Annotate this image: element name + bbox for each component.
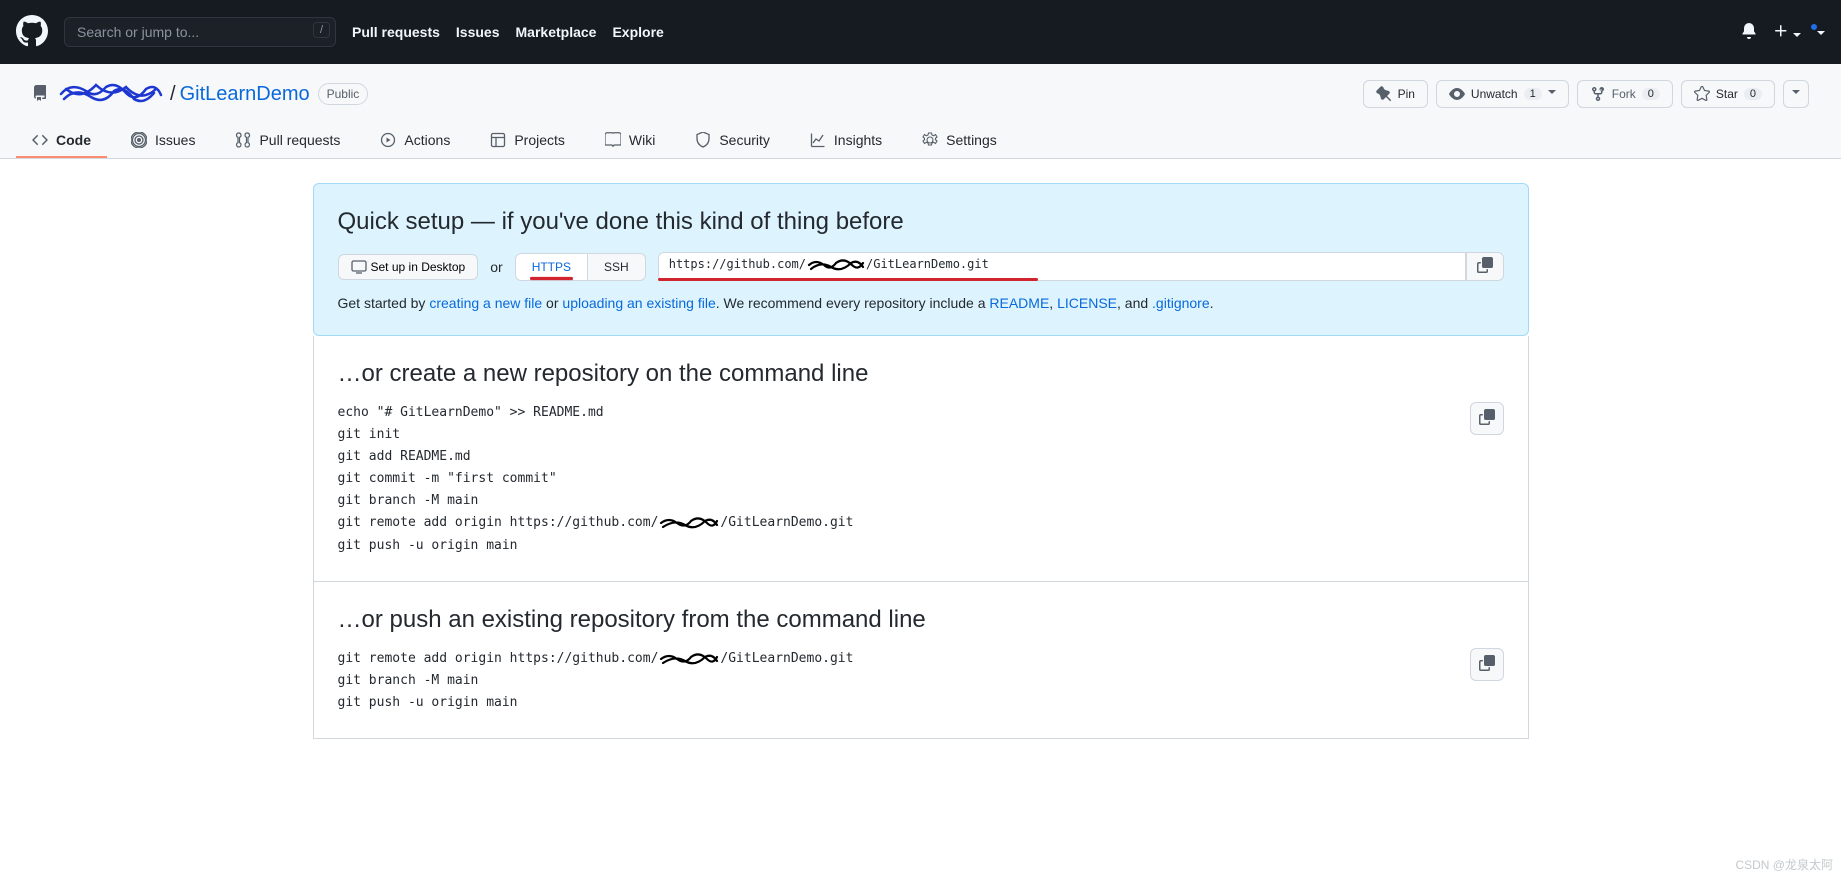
copy-create-code-button[interactable] bbox=[1470, 402, 1504, 435]
create-repo-title: …or create a new repository on the comma… bbox=[338, 360, 1504, 388]
path-separator: / bbox=[170, 83, 176, 106]
global-nav: Pull requests Issues Marketplace Explore bbox=[352, 24, 664, 40]
or-label: or bbox=[490, 259, 502, 275]
get-started-text: Get started by creating a new file or up… bbox=[338, 295, 1504, 311]
tab-wiki[interactable]: Wiki bbox=[589, 124, 671, 158]
tab-pull-requests[interactable]: Pull requests bbox=[219, 124, 356, 158]
create-code-block[interactable]: echo "# GitLearnDemo" >> README.md git i… bbox=[338, 402, 1504, 557]
header-right-icons bbox=[1741, 23, 1825, 42]
ssh-button[interactable]: SSH bbox=[588, 253, 646, 281]
user-avatar[interactable] bbox=[1817, 24, 1825, 40]
clone-url-input[interactable]: https://github.com//GitLearnDemo.git bbox=[658, 252, 1466, 281]
readme-link[interactable]: README bbox=[989, 295, 1049, 311]
quick-setup-title: Quick setup — if you've done this kind o… bbox=[338, 208, 1504, 236]
nav-explore[interactable]: Explore bbox=[612, 24, 663, 40]
search-box: / bbox=[64, 17, 336, 47]
fork-button[interactable]: Fork 0 bbox=[1577, 80, 1673, 108]
create-new-file-link[interactable]: creating a new file bbox=[429, 295, 542, 311]
upload-existing-link[interactable]: uploading an existing file bbox=[562, 295, 715, 311]
repo-tabs: Code Issues Pull requests Actions Projec… bbox=[0, 124, 1841, 158]
gitignore-link[interactable]: .gitignore bbox=[1152, 295, 1210, 311]
repo-icon bbox=[32, 85, 48, 104]
repo-header: / GitLearnDemo Public Pin Unwatch 1 Fork… bbox=[0, 64, 1841, 159]
tab-insights[interactable]: Insights bbox=[794, 124, 898, 158]
annotation-red-underline bbox=[658, 278, 1038, 281]
push-code-block[interactable]: git remote add origin https://github.com… bbox=[338, 648, 1504, 714]
repo-name-link[interactable]: GitLearnDemo bbox=[180, 83, 310, 106]
nav-issues[interactable]: Issues bbox=[456, 24, 500, 40]
tab-projects[interactable]: Projects bbox=[474, 124, 581, 158]
visibility-badge: Public bbox=[318, 83, 369, 105]
protocol-toggle: HTTPS SSH bbox=[515, 253, 646, 281]
global-header: / Pull requests Issues Marketplace Explo… bbox=[0, 0, 1841, 64]
setup-desktop-button[interactable]: Set up in Desktop bbox=[338, 254, 479, 280]
create-repo-section: …or create a new repository on the comma… bbox=[313, 336, 1529, 582]
push-repo-section: …or push an existing repository from the… bbox=[313, 582, 1529, 739]
star-dropdown[interactable] bbox=[1783, 80, 1809, 108]
star-button[interactable]: Star 0 bbox=[1681, 80, 1775, 108]
tab-actions[interactable]: Actions bbox=[364, 124, 466, 158]
github-logo[interactable] bbox=[16, 15, 48, 50]
search-input[interactable] bbox=[64, 17, 336, 47]
notifications-icon[interactable] bbox=[1741, 23, 1757, 42]
tab-security[interactable]: Security bbox=[679, 124, 786, 158]
license-link[interactable]: LICENSE bbox=[1057, 295, 1117, 311]
watermark: CSDN @龙泉太阿 bbox=[1735, 856, 1833, 873]
tab-issues[interactable]: Issues bbox=[115, 124, 211, 158]
pin-button[interactable]: Pin bbox=[1363, 80, 1428, 108]
copy-url-button[interactable] bbox=[1466, 252, 1504, 281]
main-container: Quick setup — if you've done this kind o… bbox=[281, 159, 1561, 763]
unwatch-button[interactable]: Unwatch 1 bbox=[1436, 80, 1569, 108]
copy-push-code-button[interactable] bbox=[1470, 648, 1504, 681]
push-repo-title: …or push an existing repository from the… bbox=[338, 606, 1504, 634]
tab-settings[interactable]: Settings bbox=[906, 124, 1013, 158]
https-button[interactable]: HTTPS bbox=[515, 253, 588, 281]
search-slash-hint: / bbox=[313, 22, 330, 38]
nav-marketplace[interactable]: Marketplace bbox=[516, 24, 597, 40]
tab-code[interactable]: Code bbox=[16, 124, 107, 158]
clone-url-wrap: https://github.com//GitLearnDemo.git bbox=[658, 252, 1504, 281]
quick-setup-box: Quick setup — if you've done this kind o… bbox=[313, 183, 1529, 336]
nav-pull-requests[interactable]: Pull requests bbox=[352, 24, 440, 40]
create-new-icon[interactable] bbox=[1773, 23, 1801, 42]
owner-link-redacted[interactable] bbox=[56, 81, 166, 107]
